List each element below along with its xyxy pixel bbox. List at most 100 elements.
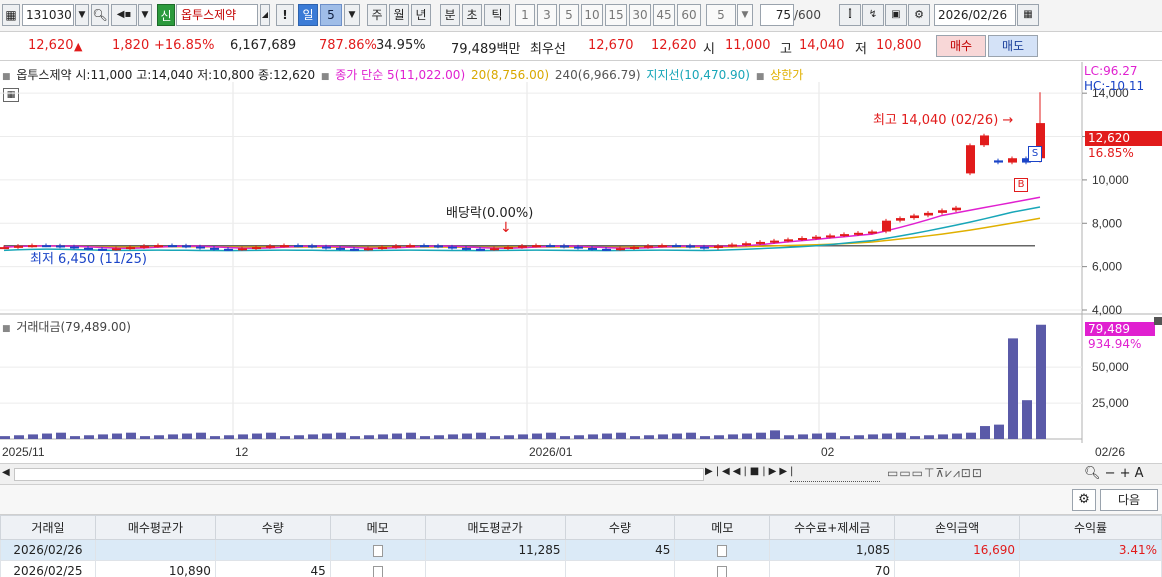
table-row[interactable]: 2026/02/26 11,285 45 1,085 16,690 3.41% [0, 539, 1162, 561]
volume-bar [490, 436, 500, 439]
volume-bar [546, 432, 556, 439]
cell-date: 2026/02/26 [0, 539, 96, 561]
minute-5-button[interactable]: 5 [559, 4, 579, 26]
period-tick-button[interactable]: 틱 [484, 4, 510, 26]
table-header: 거래일 매수평균가 수량 메모 매도평균가 수량 메모 수수료+제세금 손익금액… [0, 515, 1162, 540]
cell-buy-qty [214, 539, 331, 561]
candle-body [644, 245, 653, 248]
open-price: 11,000 [725, 38, 771, 53]
col-buy-memo[interactable]: 메모 [329, 515, 426, 540]
chart-tool-icon[interactable]: ↯ [862, 4, 884, 26]
col-return[interactable]: 수익률 [1019, 515, 1162, 540]
candle-body [728, 244, 737, 247]
minute-1-button[interactable]: 1 [515, 4, 535, 26]
best-ask: 12,670 [588, 38, 634, 53]
cell-sell-memo[interactable] [674, 560, 771, 577]
volume-bar [1022, 400, 1032, 439]
volume-close-icon[interactable] [1154, 317, 1162, 325]
period-week-button[interactable]: 주 [367, 4, 387, 26]
stock-code-input[interactable]: 131030 [22, 4, 74, 26]
volume-bar [840, 436, 850, 439]
period-num-dropdown-icon[interactable]: ▼ [344, 4, 360, 26]
period-month-button[interactable]: 월 [389, 4, 409, 26]
period-day-button[interactable]: 일 [298, 4, 318, 26]
save-icon[interactable]: ▣ [885, 4, 907, 26]
indicator-add-icon[interactable]: ⫿ [839, 4, 861, 26]
volume-bar [462, 433, 472, 439]
zoom-slider[interactable] [790, 466, 880, 482]
candle-body [742, 243, 751, 246]
col-buy-qty[interactable]: 수량 [214, 515, 331, 540]
candle-body [420, 245, 429, 248]
zoom-controls[interactable]: 🔍︎ − + A [1084, 466, 1144, 481]
minute-30-button[interactable]: 30 [629, 4, 651, 26]
col-date[interactable]: 거래일 [0, 515, 96, 540]
drawing-tools[interactable]: ▭▭▭⊤⊼⩗⩘⊡⊡ [887, 466, 983, 481]
period-minute-button[interactable]: 분 [440, 4, 460, 26]
price-axis-label: 10,000 [1092, 173, 1129, 187]
memo-icon[interactable] [717, 565, 728, 577]
period-second-button[interactable]: 초 [462, 4, 482, 26]
minute-custom-input[interactable]: 5 [706, 4, 736, 26]
col-sell-memo[interactable]: 메모 [674, 515, 771, 540]
candle-body [798, 238, 807, 241]
buy-button[interactable]: 매수 [936, 35, 986, 57]
volume-bar [924, 435, 934, 439]
settings-icon[interactable]: ⚙ [908, 4, 930, 26]
calendar-icon[interactable]: ▦ [1017, 4, 1039, 26]
volume-bar [532, 433, 542, 439]
minute-3-button[interactable]: 3 [537, 4, 557, 26]
candle-body [882, 220, 891, 232]
sell-marker[interactable]: S [1028, 146, 1042, 162]
table-row[interactable]: 2026/02/25 10,890 45 70 [0, 560, 1162, 577]
period-year-button[interactable]: 년 [411, 4, 431, 26]
lc-label: LC:96.27 [1084, 64, 1138, 78]
candle-body [868, 231, 877, 234]
scroll-left-icon[interactable]: ◀ [2, 467, 10, 478]
minute-dropdown-icon[interactable]: ▼ [737, 4, 753, 26]
volume-bar [252, 433, 262, 439]
trade-settings-icon[interactable]: ⚙ [1072, 489, 1096, 511]
volume-bar [994, 424, 1004, 439]
memo-icon[interactable] [717, 544, 728, 557]
name-dropdown-icon[interactable]: ◢ [260, 4, 270, 26]
date-input[interactable]: 2026/02/26 [934, 4, 1016, 26]
stock-name-field[interactable]: 옵투스제약 [176, 4, 258, 26]
cell-fee: 70 [769, 560, 896, 577]
candle-body [770, 240, 779, 243]
next-button[interactable]: 다음 [1100, 489, 1158, 511]
col-fee[interactable]: 수수료+제세금 [769, 515, 896, 540]
col-sell-avg[interactable]: 매도평균가 [424, 515, 566, 540]
col-sell-qty[interactable]: 수량 [564, 515, 676, 540]
bar-count-input[interactable]: 75 [760, 4, 794, 26]
turnover-rate: 34.95% [376, 38, 426, 53]
volume-bar [420, 436, 430, 439]
sell-button[interactable]: 매도 [988, 35, 1038, 57]
minute-45-button[interactable]: 45 [653, 4, 675, 26]
col-pnl[interactable]: 손익금액 [894, 515, 1021, 540]
minute-15-button[interactable]: 15 [605, 4, 627, 26]
sound-icon[interactable]: ◀▪ [111, 4, 137, 26]
chart-scrollbar[interactable] [14, 468, 704, 481]
cell-buy-memo[interactable] [329, 560, 426, 577]
alert-button[interactable]: ! [276, 4, 294, 26]
cell-buy-avg: 10,890 [94, 560, 216, 577]
period-num-input[interactable]: 5 [320, 4, 342, 26]
volume-bar [518, 434, 528, 439]
memo-icon[interactable] [372, 565, 383, 577]
playback-controls[interactable]: ▶|◀◀|■|▶▶| [705, 466, 796, 477]
memo-icon[interactable] [372, 544, 383, 557]
bar-count-total: /600 [794, 8, 821, 22]
cell-sell-memo[interactable] [674, 539, 771, 561]
candle-body [406, 245, 415, 248]
search-icon[interactable]: 🔍︎ [91, 4, 109, 26]
minute-60-button[interactable]: 60 [677, 4, 701, 26]
code-dropdown-icon[interactable]: ▼ [75, 4, 89, 26]
panel-icon[interactable]: ▦ [2, 4, 20, 26]
sound-dropdown-icon[interactable]: ▼ [138, 4, 152, 26]
buy-marker[interactable]: B [1014, 178, 1028, 192]
minute-10-button[interactable]: 10 [581, 4, 603, 26]
cell-buy-memo[interactable] [329, 539, 426, 561]
col-buy-avg[interactable]: 매수평균가 [94, 515, 216, 540]
volume-bar [812, 433, 822, 439]
